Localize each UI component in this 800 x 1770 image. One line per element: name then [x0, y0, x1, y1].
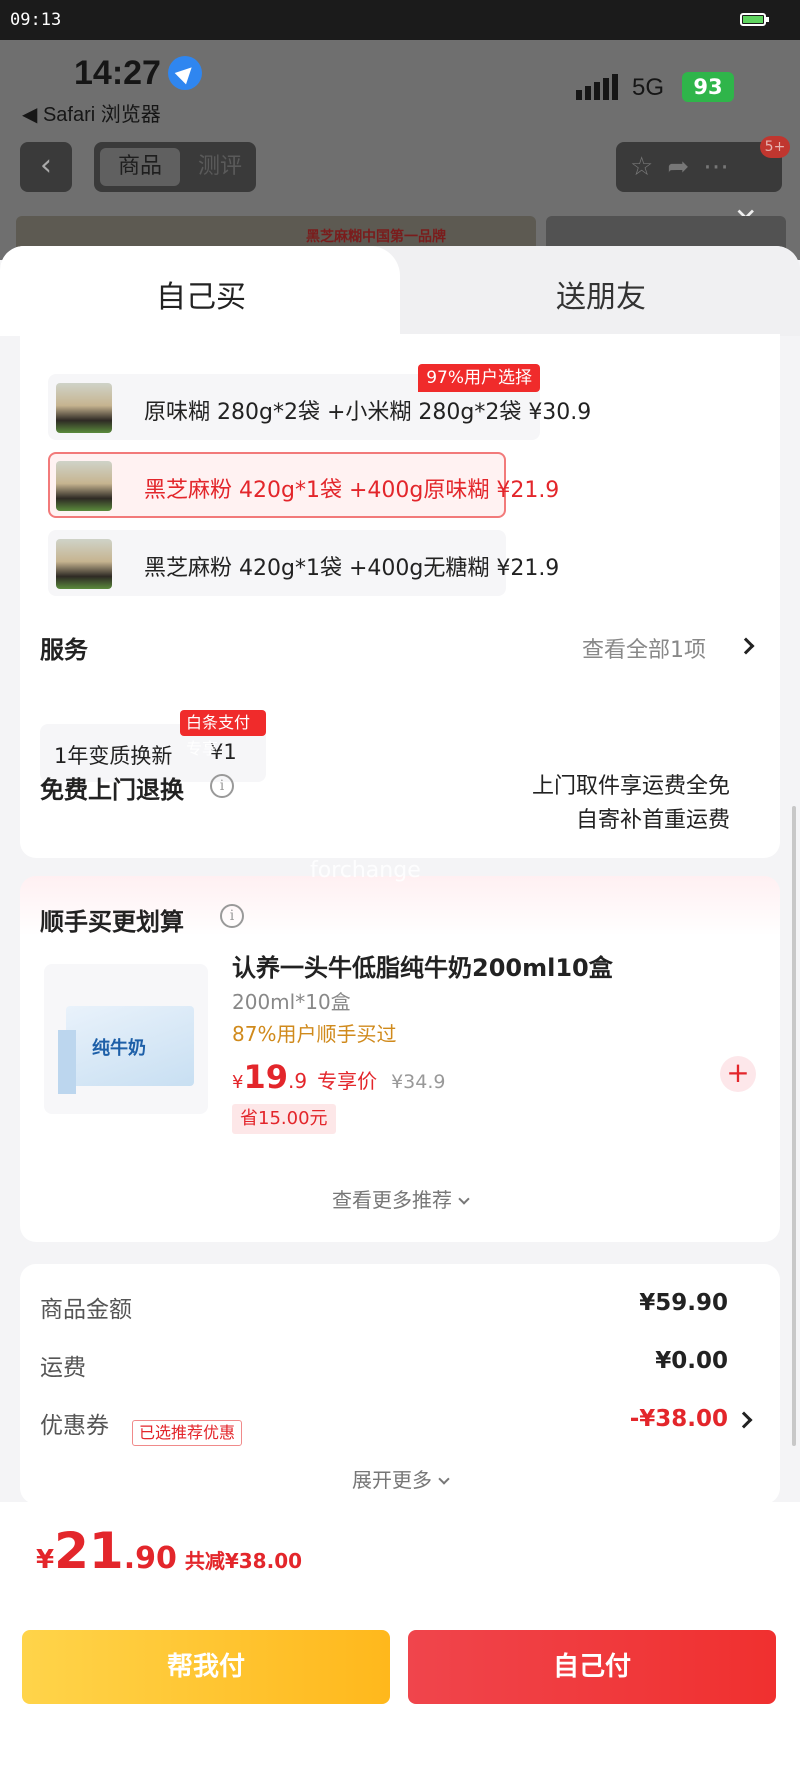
more-icon: ⋯	[703, 152, 744, 182]
service-title: 服务	[40, 636, 88, 664]
addon-title: 顺手买更划算	[40, 908, 184, 936]
service-view-all[interactable]: 查看全部1项	[582, 632, 706, 664]
location-arrow-icon	[168, 56, 202, 90]
old-price: ¥34.9	[391, 1071, 446, 1093]
price-label: 专享价	[317, 1069, 378, 1093]
add-to-order-button[interactable]: +	[720, 1056, 756, 1092]
service-item-tag: 白条支付专享	[180, 710, 266, 758]
option-text: 原味糊 280g*2袋 +小米糊 280g*2袋 ¥30.9	[144, 400, 592, 425]
total-currency: ¥	[36, 1545, 55, 1575]
chevron-down-icon	[458, 1193, 470, 1205]
total-int: 21	[54, 1522, 124, 1580]
option-3[interactable]: 黑芝麻粉 420g*1袋 +400g无糖糊 ¥21.9	[48, 530, 559, 596]
price-int: 19	[243, 1058, 288, 1096]
price-currency: ¥	[232, 1072, 244, 1093]
expand-more[interactable]: 展开更多	[20, 1464, 780, 1493]
option-thumbnail	[56, 461, 112, 511]
help-pay-button[interactable]: 帮我付	[22, 1630, 390, 1704]
options-card: 原味糊 280g*2袋 +小米糊 280g*2袋 ¥30.9 97%用户选择 黑…	[20, 334, 780, 858]
more-recommendations-label: 查看更多推荐	[332, 1188, 452, 1212]
milk-box-label: 纯牛奶	[92, 1038, 146, 1059]
bg-network: 5G	[632, 74, 665, 101]
more-recommendations[interactable]: 查看更多推荐	[20, 1184, 780, 1213]
popular-flag: 97%用户选择	[418, 364, 540, 392]
bg-banner-text: 黑芝麻糊中国第一品牌	[306, 229, 446, 245]
price-summary-card: 商品金额 ¥59.90 运费 ¥0.00 优惠券 已选推荐优惠 -¥38.00 …	[20, 1264, 780, 1504]
scrollbar[interactable]	[792, 806, 796, 1446]
system-status-bar: 09:13	[0, 0, 800, 40]
chevron-right-icon[interactable]	[735, 1411, 753, 1429]
signal-icon	[576, 74, 621, 100]
coupon-tag: 已选推荐优惠	[132, 1420, 243, 1446]
bg-tab-review: 测评	[197, 154, 242, 179]
bg-message-badge: 5+	[760, 136, 790, 158]
product-name[interactable]: 认养一头牛低脂纯牛奶200ml10盒	[232, 948, 613, 983]
chevron-down-icon	[438, 1473, 450, 1485]
return-line-2: 自寄补首重运费	[575, 808, 730, 833]
option-2-selected[interactable]: 黑芝麻粉 420g*1袋 +400g原味糊 ¥21.9	[48, 452, 559, 518]
option-text: 黑芝麻粉 420g*1袋 +400g原味糊 ¥21.9	[144, 478, 560, 503]
star-icon: ☆	[630, 152, 668, 182]
return-line-1: 上门取件享运费全免	[531, 774, 730, 799]
total-price: ¥21.90 共减¥38.00	[36, 1522, 302, 1580]
addon-card: forchange 顺手买更划算 i 纯牛奶 认养一头牛低脂纯牛奶200ml10…	[20, 858, 780, 1242]
option-thumbnail	[56, 539, 112, 589]
option-1[interactable]: 原味糊 280g*2袋 +小米糊 280g*2袋 ¥30.9 97%用户选择	[48, 364, 591, 440]
purchase-tabs: 自己买 送朋友	[0, 246, 800, 336]
expand-more-label: 展开更多	[352, 1468, 432, 1492]
bg-battery: 93	[682, 72, 734, 102]
milk-pack	[58, 1030, 76, 1094]
tab-self-buy[interactable]: 自己买	[0, 246, 400, 336]
bg-tab-product: 商品	[100, 148, 180, 186]
service-item-name: 1年变质换新	[54, 744, 173, 768]
watermark: forchange	[310, 858, 421, 883]
product-price: ¥19.9 专享价 ¥34.9	[232, 1058, 445, 1096]
bg-segment: 商品 测评	[94, 142, 256, 192]
total-discount: 共减¥38.00	[184, 1549, 303, 1573]
share-icon: ➦	[667, 152, 704, 182]
tab-gift[interactable]: 送朋友	[556, 272, 646, 316]
save-badge: 省15.00元	[232, 1104, 336, 1134]
goods-amount-label: 商品金额	[40, 1297, 132, 1323]
product-popularity: 87%用户顺手买过	[232, 1022, 397, 1046]
checkout-bar: ¥21.90 共减¥38.00 帮我付 自己付	[0, 1502, 800, 1770]
product-spec: 200ml*10盒	[232, 990, 351, 1014]
shipping-label: 运费	[40, 1355, 86, 1381]
self-pay-button[interactable]: 自己付	[408, 1630, 776, 1704]
bg-actions: ☆➦⋯	[616, 142, 782, 192]
goods-amount-value: ¥59.90	[639, 1290, 728, 1316]
tab-self-buy-label: 自己买	[156, 280, 246, 315]
product-image[interactable]: 纯牛奶	[44, 964, 208, 1114]
bg-clock: 14:27	[74, 54, 161, 92]
coupon-label: 优惠券	[40, 1413, 109, 1439]
bg-back-to-safari: ◀ Safari 浏览器	[22, 104, 161, 126]
coupon-value[interactable]: -¥38.00	[630, 1406, 728, 1432]
return-title: 免费上门退换	[40, 776, 184, 804]
milk-box: 纯牛奶	[66, 1006, 194, 1086]
system-time: 09:13	[10, 10, 62, 30]
info-icon[interactable]: i	[210, 774, 234, 798]
total-dec: .90	[123, 1541, 177, 1576]
option-thumbnail	[56, 383, 112, 433]
battery-icon	[740, 13, 769, 26]
shipping-value: ¥0.00	[655, 1348, 728, 1374]
option-text: 黑芝麻粉 420g*1袋 +400g无糖糊 ¥21.9	[144, 556, 560, 581]
background-page: 14:27 ◀ Safari 浏览器 5G 93 ‹ 商品 测评 ☆➦⋯ 5+ …	[0, 40, 800, 260]
purchase-sheet: 自己买 送朋友 原味糊 280g*2袋 +小米糊 280g*2袋 ¥30.9 9…	[0, 246, 800, 1770]
price-dec: .9	[287, 1069, 308, 1093]
info-icon[interactable]: i	[220, 904, 244, 928]
back-icon: ‹	[20, 142, 72, 192]
chevron-right-icon[interactable]	[737, 637, 755, 655]
